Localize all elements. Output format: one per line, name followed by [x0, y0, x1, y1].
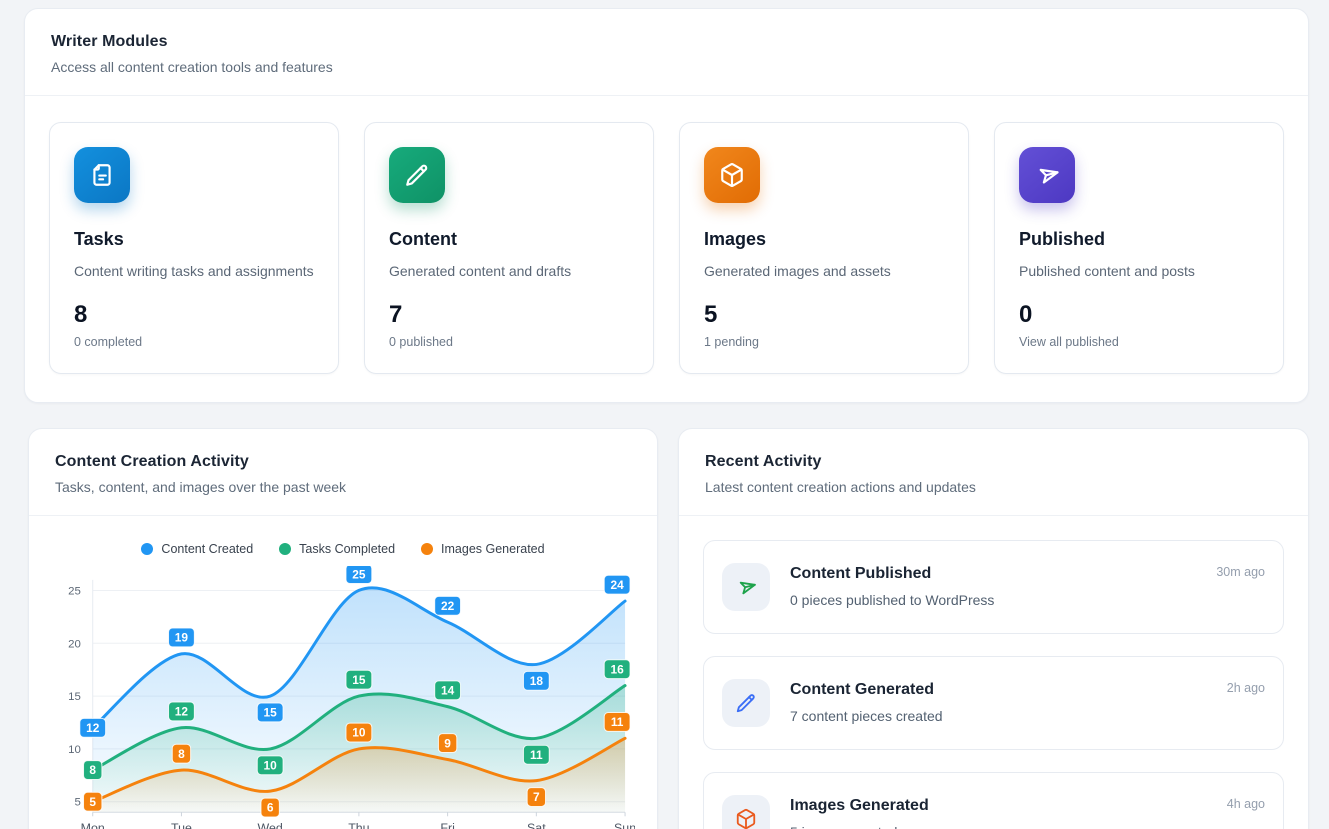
module-count: 5: [704, 301, 944, 329]
cube-icon: [704, 147, 760, 203]
svg-text:10: 10: [68, 744, 81, 756]
module-description: Published content and posts: [1019, 262, 1259, 281]
svg-text:25: 25: [352, 567, 366, 581]
svg-text:16: 16: [610, 662, 624, 676]
content-creation-activity-panel: Content Creation Activity Tasks, content…: [28, 428, 658, 829]
module-count: 0: [1019, 301, 1259, 329]
svg-text:11: 11: [530, 748, 543, 762]
svg-text:11: 11: [611, 715, 624, 729]
svg-text:22: 22: [441, 599, 455, 613]
legend-label: Images Generated: [441, 542, 545, 556]
activity-timestamp: 2h ago: [1227, 681, 1265, 695]
module-substat: 1 pending: [704, 335, 944, 349]
chart-panel-title: Content Creation Activity: [55, 453, 631, 471]
svg-text:15: 15: [68, 691, 81, 703]
chart-panel-header: Content Creation Activity Tasks, content…: [29, 429, 657, 516]
activity-description: 7 content pieces created: [790, 708, 1207, 724]
svg-text:24: 24: [610, 578, 624, 592]
legend-dot: [421, 543, 433, 555]
activity-list: Content Published 0 pieces published to …: [679, 516, 1308, 829]
activity-description: 5 images created: [790, 824, 1207, 829]
svg-text:5: 5: [89, 795, 96, 809]
svg-text:Sun: Sun: [614, 821, 635, 829]
activity-description: 0 pieces published to WordPress: [790, 592, 1196, 608]
recent-activity-subtitle: Latest content creation actions and upda…: [705, 479, 1282, 495]
activity-timestamp: 30m ago: [1216, 565, 1265, 579]
module-title: Images: [704, 229, 944, 250]
modules-grid: Tasks Content writing tasks and assignme…: [25, 96, 1308, 402]
chart-panel-subtitle: Tasks, content, and images over the past…: [55, 479, 631, 495]
svg-text:10: 10: [352, 726, 366, 740]
module-card-content[interactable]: Content Generated content and drafts 7 0…: [364, 122, 654, 374]
send-icon: [1019, 147, 1075, 203]
activity-row-images-generated: Images Generated 5 images created 4h ago: [703, 772, 1284, 829]
module-description: Generated content and drafts: [389, 262, 629, 281]
activity-row-content-published: Content Published 0 pieces published to …: [703, 540, 1284, 634]
module-title: Tasks: [74, 229, 314, 250]
module-card-tasks[interactable]: Tasks Content writing tasks and assignme…: [49, 122, 339, 374]
writer-modules-subtitle: Access all content creation tools and fe…: [51, 59, 1282, 75]
legend-dot: [141, 543, 153, 555]
activity-title: Content Generated: [790, 681, 1207, 699]
svg-text:7: 7: [533, 790, 540, 804]
legend-label: Tasks Completed: [299, 542, 395, 556]
chart-legend: Content Created Tasks Completed Images Gen…: [51, 542, 635, 556]
svg-text:Sat: Sat: [527, 821, 546, 829]
svg-text:15: 15: [264, 706, 278, 720]
svg-text:Mon: Mon: [81, 821, 105, 829]
module-substat: View all published: [1019, 335, 1259, 349]
recent-activity-title: Recent Activity: [705, 453, 1282, 471]
svg-text:19: 19: [175, 631, 189, 645]
svg-text:14: 14: [441, 683, 455, 697]
recent-activity-panel: Recent Activity Latest content creation …: [678, 428, 1309, 829]
activity-title: Images Generated: [790, 797, 1207, 815]
chart-area: Content Created Tasks Completed Images Gen…: [29, 516, 657, 829]
recent-activity-header: Recent Activity Latest content creation …: [679, 429, 1308, 516]
pencil-icon: [389, 147, 445, 203]
writer-modules-header: Writer Modules Access all content creati…: [25, 9, 1308, 96]
svg-text:5: 5: [74, 797, 80, 809]
svg-text:Wed: Wed: [258, 821, 283, 829]
module-title: Content: [389, 229, 629, 250]
module-substat: 0 published: [389, 335, 629, 349]
activity-row-content-generated: Content Generated 7 content pieces creat…: [703, 656, 1284, 750]
svg-text:20: 20: [68, 638, 81, 650]
svg-text:12: 12: [86, 721, 100, 735]
line-chart: 5 10 15 20 25 Mon Tue Wed Thu Fri Sat Sun 12 19 15 25 22…: [51, 566, 635, 829]
send-icon: [722, 563, 770, 611]
svg-text:9: 9: [444, 736, 451, 750]
module-card-published[interactable]: Published Published content and posts 0 …: [994, 122, 1284, 374]
module-count: 7: [389, 301, 629, 329]
module-count: 8: [74, 301, 314, 329]
svg-text:Tue: Tue: [171, 821, 192, 829]
module-substat: 0 completed: [74, 335, 314, 349]
svg-text:15: 15: [352, 673, 366, 687]
module-description: Generated images and assets: [704, 262, 944, 281]
cube-icon: [722, 795, 770, 829]
legend-item[interactable]: Tasks Completed: [279, 542, 395, 556]
svg-text:Thu: Thu: [348, 821, 369, 829]
legend-item[interactable]: Images Generated: [421, 542, 545, 556]
file-text-icon: [74, 147, 130, 203]
module-title: Published: [1019, 229, 1259, 250]
writer-modules-title: Writer Modules: [51, 33, 1282, 51]
svg-text:8: 8: [89, 763, 96, 777]
svg-text:10: 10: [264, 758, 278, 772]
svg-text:18: 18: [530, 674, 544, 688]
legend-item[interactable]: Content Created: [141, 542, 253, 556]
svg-text:12: 12: [175, 704, 189, 718]
module-card-images[interactable]: Images Generated images and assets 5 1 p…: [679, 122, 969, 374]
module-description: Content writing tasks and assignments: [74, 262, 314, 281]
svg-text:Fri: Fri: [440, 821, 454, 829]
pencil-icon: [722, 679, 770, 727]
legend-label: Content Created: [161, 542, 253, 556]
activity-title: Content Published: [790, 565, 1196, 583]
svg-text:6: 6: [267, 801, 274, 815]
activity-timestamp: 4h ago: [1227, 797, 1265, 811]
svg-text:8: 8: [178, 747, 185, 761]
svg-text:25: 25: [68, 585, 81, 597]
writer-modules-panel: Writer Modules Access all content creati…: [24, 8, 1309, 403]
legend-dot: [279, 543, 291, 555]
